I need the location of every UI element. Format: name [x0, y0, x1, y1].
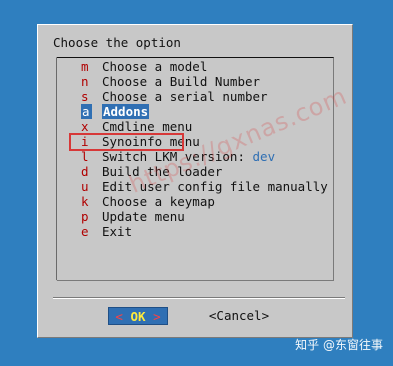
menu-label-text: Addons	[103, 104, 149, 119]
ok-left-bracket: <	[115, 309, 123, 324]
ok-button[interactable]: < OK >	[108, 307, 168, 325]
menu-label-text: Choose a serial number	[102, 89, 268, 104]
menu-label: Exit	[102, 224, 132, 239]
ok-right-bracket: >	[153, 309, 161, 324]
menu-label: Addons	[102, 104, 150, 119]
footer-credit: 知乎 @东窗往事	[295, 338, 383, 352]
menu-hotkey: d	[81, 164, 89, 179]
separator-line	[53, 297, 345, 299]
menu-hotkey: u	[81, 179, 89, 194]
ok-label: OK	[130, 309, 146, 324]
menu-value: dev	[252, 149, 276, 164]
menu-hotkey: x	[81, 119, 89, 134]
button-row: < OK > <Cancel>	[38, 307, 352, 327]
menu-label: Update menu	[102, 209, 185, 224]
cancel-button[interactable]: <Cancel>	[196, 307, 282, 325]
menu-label-text: Cmdline menu	[102, 119, 193, 134]
menu-label: Choose a model	[102, 59, 207, 74]
menu-label: Choose a serial number	[102, 89, 268, 104]
menu-label: Choose a Build Number	[102, 74, 260, 89]
menu-hotkey: a	[81, 104, 92, 119]
menu-hotkey: s	[81, 89, 89, 104]
menu-label-text: Update menu	[102, 209, 185, 224]
menu-label-text: Choose a keymap	[102, 194, 215, 209]
menu-label: Choose a keymap	[102, 194, 215, 209]
menu-hotkey: k	[81, 194, 89, 209]
menu-hotkey: m	[81, 59, 89, 74]
menu-hotkey: e	[81, 224, 89, 239]
menu-label-text: Choose a model	[102, 59, 208, 74]
menu-label-text: Choose a Build Number	[102, 74, 261, 89]
selection-highlight-box	[69, 133, 184, 151]
menu-hotkey: l	[81, 149, 89, 164]
dialog-window: Choose the option m Choose a model n Choose…	[37, 24, 353, 338]
menu-hotkey: n	[81, 74, 89, 89]
dialog-title: Choose the option	[53, 35, 181, 50]
menu-hotkey: p	[81, 209, 89, 224]
menu-label: Cmdline menu	[102, 119, 192, 134]
menu-label-text: Exit	[102, 224, 133, 239]
